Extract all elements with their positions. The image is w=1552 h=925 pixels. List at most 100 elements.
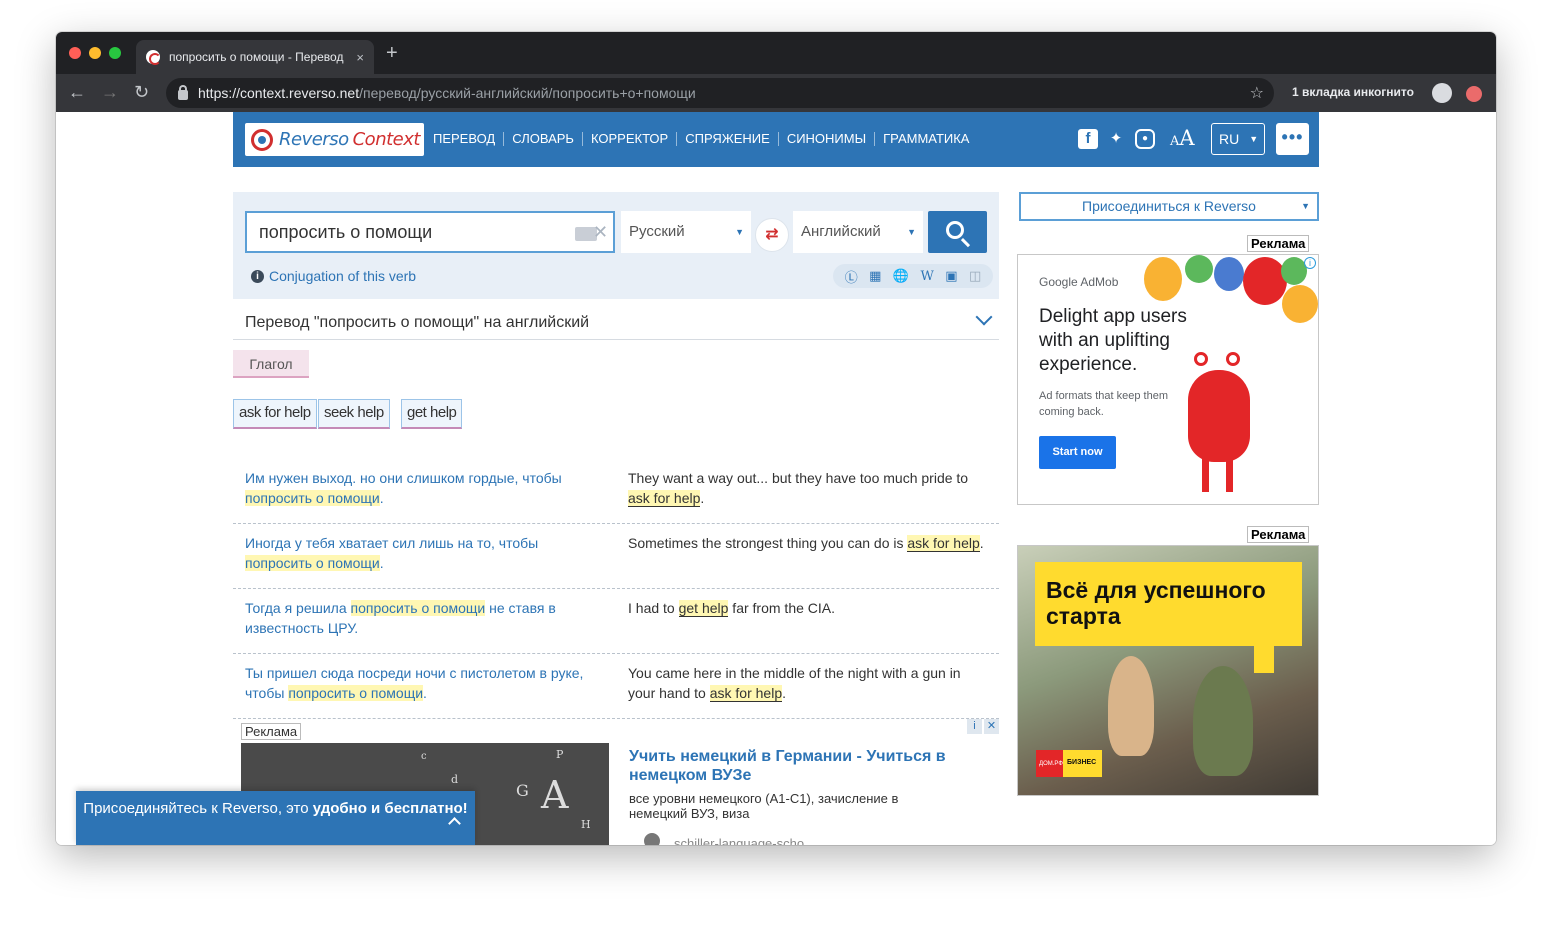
inline-ad-text: все уровни немецкого (A1-C1), зачисление…	[629, 791, 899, 821]
balloon-icon	[1282, 285, 1318, 323]
clear-search-icon[interactable]: ✕	[593, 213, 608, 251]
close-window-button[interactable]	[69, 47, 81, 59]
globe-icon	[644, 833, 660, 845]
ad-choices[interactable]: i ✕	[967, 719, 999, 735]
nav-dictionary[interactable]: СЛОВАРЬ	[503, 132, 582, 146]
example-target[interactable]: I had to get help far from the CIA.	[628, 598, 990, 618]
search-input[interactable]: попросить о помощи ✕	[245, 211, 615, 253]
info-icon: i	[251, 269, 264, 283]
start-now-button[interactable]: Start now	[1039, 436, 1116, 469]
example-source[interactable]: Ты пришел сюда посреди ночи с пистолетом…	[245, 663, 605, 703]
incognito-icon[interactable]	[1432, 83, 1452, 103]
part-of-speech-tag[interactable]: Глагол	[233, 350, 309, 378]
example-target[interactable]: You came here in the middle of the night…	[628, 663, 990, 703]
tab-bar: попросить о помощи - Перевод × +	[56, 32, 1496, 74]
balloon-icon	[1185, 255, 1213, 283]
ad-info-icon[interactable]: i	[967, 719, 982, 734]
search-query: попросить о помощи	[259, 222, 433, 242]
example-row: Ты пришел сюда посреди ночи с пистолетом…	[233, 654, 999, 719]
logo-text-context: Context	[352, 129, 421, 150]
join-banner-bold: удобно и бесплатно!	[312, 800, 468, 817]
synonyms-tool-icon[interactable]: Ⓛ	[845, 267, 858, 286]
new-tab-button[interactable]: +	[386, 42, 398, 65]
swap-languages-button[interactable]: ⇄	[755, 218, 789, 252]
extension-icon[interactable]	[1466, 86, 1482, 102]
example-source[interactable]: Тогда я решила попросить о помощи не ста…	[245, 598, 605, 638]
join-banner-text: Присоединяйтесь к Reverso, это	[83, 800, 313, 817]
source-language-select[interactable]: Русский ▼	[621, 211, 751, 253]
bookmark-star-icon[interactable]: ☆	[1250, 83, 1264, 103]
reverso-favicon-icon	[146, 50, 161, 65]
twitter-icon[interactable]: ✦	[1106, 129, 1126, 149]
site-header: Reverso Context ПЕРЕВОД СЛОВАРЬ КОРРЕКТО…	[233, 112, 1319, 167]
reverso-logo-icon	[251, 128, 273, 151]
nav-conjugation[interactable]: СПРЯЖЕНИЕ	[676, 132, 778, 146]
instagram-icon[interactable]: ●	[1135, 129, 1155, 149]
admob-headline: Delight app users with an uplifting expe…	[1039, 306, 1187, 375]
book-tool-icon[interactable]: ◫	[969, 268, 981, 284]
logo-text-reverso: Reverso	[279, 129, 349, 150]
ad-info-icon[interactable]: i	[1304, 257, 1316, 269]
join-banner[interactable]: Присоединяйтесь к Reverso, это удобно и …	[76, 791, 475, 845]
monster-mascot-icon	[1188, 352, 1250, 492]
font-size-icon[interactable]: AA	[1170, 126, 1195, 150]
conjugation-link[interactable]: i Conjugation of this verb	[251, 268, 416, 284]
admob-ad[interactable]: Google AdMob Delight app users with an u…	[1017, 254, 1319, 505]
nav-spellcheck[interactable]: КОРРЕКТОР	[581, 132, 676, 146]
back-arrow-icon[interactable]: ←	[68, 82, 86, 102]
url-path: /перевод/русский-английский/попросить+о+…	[359, 85, 696, 101]
ad-label: Реклама	[1247, 526, 1310, 543]
minimize-window-button[interactable]	[89, 47, 101, 59]
ad-label: Реклама	[241, 723, 302, 740]
source-language-value: Русский	[629, 223, 685, 240]
example-target[interactable]: Sometimes the strongest thing you can do…	[628, 533, 990, 553]
ui-language-select[interactable]: RU ▼	[1211, 123, 1265, 155]
browser-tab[interactable]: попросить о помощи - Перевод ×	[136, 40, 374, 74]
tab-title: попросить о помощи - Перевод	[169, 50, 344, 64]
wiki-tool-icon[interactable]: W	[920, 269, 933, 284]
example-row: Тогда я решила попросить о помощи не ста…	[233, 589, 999, 654]
nav-translation[interactable]: ПЕРЕВОД	[433, 132, 503, 146]
lock-icon	[178, 84, 188, 100]
example-target[interactable]: They want a way out... but they have too…	[628, 468, 990, 508]
more-menu-button[interactable]: •••	[1276, 123, 1309, 155]
admob-subtext: Ad formats that keep them coming back.	[1039, 390, 1169, 418]
forward-arrow-icon[interactable]: →	[101, 82, 119, 102]
admob-brand: Google AdMob	[1039, 275, 1119, 289]
translation-chip-seek-help[interactable]: seek help	[318, 399, 390, 429]
globe-tool-icon[interactable]: 🌐	[893, 268, 909, 284]
reload-icon[interactable]: ↻	[134, 82, 149, 102]
domrf-ad-headline: Всё для успешного старта	[1046, 577, 1266, 629]
search-icon	[946, 221, 964, 239]
tab-close-icon[interactable]: ×	[356, 50, 364, 65]
address-bar[interactable]: https://context.reverso.net /перевод/рус…	[166, 78, 1274, 108]
domrf-logo: ДОМ.РФ БИЗНЕС	[1036, 750, 1102, 777]
nav-grammar[interactable]: ГРАММАТИКА	[874, 132, 977, 146]
translation-chip-get-help[interactable]: get help	[401, 399, 463, 429]
grid-tool-icon[interactable]: ▦	[869, 268, 881, 284]
image-tool-icon[interactable]: ▣	[945, 268, 957, 284]
person-image	[1108, 656, 1154, 756]
chevron-up-icon[interactable]	[448, 817, 461, 830]
example-row: Иногда у тебя хватает сил лишь на то, чт…	[233, 524, 999, 589]
zoom-window-button[interactable]	[109, 47, 121, 59]
example-source[interactable]: Иногда у тебя хватает сил лишь на то, чт…	[245, 533, 605, 573]
inline-ad-url[interactable]: schiller-language-scho...	[674, 836, 815, 845]
facebook-icon[interactable]: f	[1078, 129, 1098, 149]
nav-synonyms[interactable]: СИНОНИМЫ	[777, 132, 874, 146]
ui-language-value: RU	[1219, 131, 1240, 147]
inline-ad-title[interactable]: Учить немецкий в Германии - Учиться в не…	[629, 747, 989, 785]
reverso-logo[interactable]: Reverso Context	[245, 123, 424, 156]
domrf-ad[interactable]: Всё для успешного старта ДОМ.РФ БИЗНЕС	[1017, 545, 1319, 796]
example-row: Им нужен выход. но они слишком гордые, ч…	[233, 459, 999, 524]
example-source[interactable]: Им нужен выход. но они слишком гордые, ч…	[245, 468, 605, 508]
ad-close-icon[interactable]: ✕	[984, 719, 999, 734]
target-language-select[interactable]: Английский ▼	[793, 211, 923, 253]
join-reverso-dropdown[interactable]: Присоединиться к Reverso ▼	[1019, 192, 1319, 221]
browser-window: попросить о помощи - Перевод × + ← → ↻ h…	[56, 32, 1496, 845]
translation-chip-ask-for-help[interactable]: ask for help	[233, 399, 317, 429]
target-language-value: Английский	[801, 223, 881, 240]
balloon-icon	[1214, 257, 1244, 291]
search-button[interactable]	[928, 211, 987, 253]
incognito-label: 1 вкладка инкогнито	[1292, 85, 1414, 99]
